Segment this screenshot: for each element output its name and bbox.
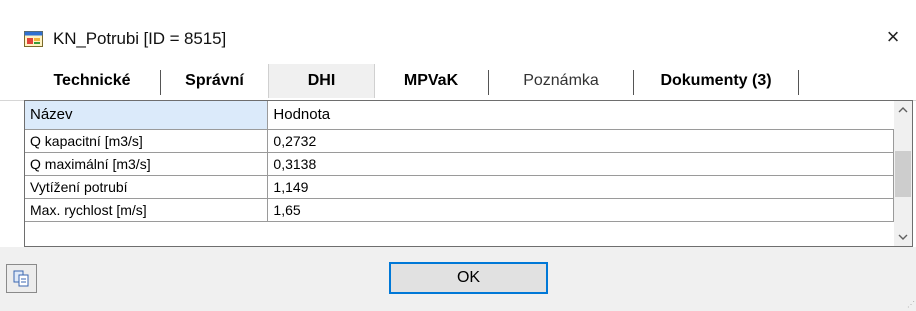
property-table: Název Hodnota Q kapacitní [m3/s] 0,2732 … [25,101,894,222]
row-name: Q kapacitní [m3/s] [25,128,269,153]
window-app-icon [24,31,43,47]
row-name: Vytížení potrubí [25,174,269,199]
column-header-name[interactable]: Název [25,101,269,129]
table-row[interactable]: Q kapacitní [m3/s] 0,2732 [25,128,894,153]
tab-technicke[interactable]: Technické [24,64,160,98]
row-value[interactable]: 0,2732 [267,128,894,153]
tab-bar: Technické Správní DHI MPVaK Poznámka Dok… [0,64,916,101]
row-value[interactable]: 1,149 [267,174,894,199]
scrollbar-thumb[interactable] [895,151,911,197]
row-value[interactable]: 1,65 [267,197,894,222]
window-title: KN_Potrubi [ID = 8515] [53,29,227,48]
table-row[interactable]: Q maximální [m3/s] 0,3138 [25,151,894,176]
scroll-up-arrow-icon[interactable] [894,101,912,119]
resize-grip-icon[interactable]: ⋰ [907,301,915,309]
table-row[interactable]: Max. rychlost [m/s] 1,65 [25,197,894,222]
table-header-row: Název Hodnota [25,101,894,129]
tab-poznamka[interactable]: Poznámka [489,64,633,98]
row-name: Q maximální [m3/s] [25,151,269,176]
scroll-down-arrow-icon[interactable] [894,228,912,246]
property-grid: Název Hodnota Q kapacitní [m3/s] 0,2732 … [24,100,913,247]
ok-button[interactable]: OK [389,262,548,294]
copy-icon [7,270,36,296]
vertical-scrollbar[interactable] [894,101,912,246]
tab-separator [798,70,799,95]
column-header-value[interactable]: Hodnota [267,101,894,129]
dialog-footer: OK ⋰ [0,247,916,311]
tab-mpvak[interactable]: MPVaK [374,64,488,98]
row-name: Max. rychlost [m/s] [25,197,269,222]
row-value[interactable]: 0,3138 [267,151,894,176]
copy-button[interactable] [6,264,37,293]
title-bar: KN_Potrubi [ID = 8515] × [0,0,916,64]
close-button[interactable]: × [878,22,908,52]
table-row[interactable]: Vytížení potrubí 1,149 [25,174,894,199]
tab-dokumenty[interactable]: Dokumenty (3) [634,64,798,98]
tab-spravni[interactable]: Správní [161,64,268,98]
tab-dhi[interactable]: DHI [268,64,375,98]
